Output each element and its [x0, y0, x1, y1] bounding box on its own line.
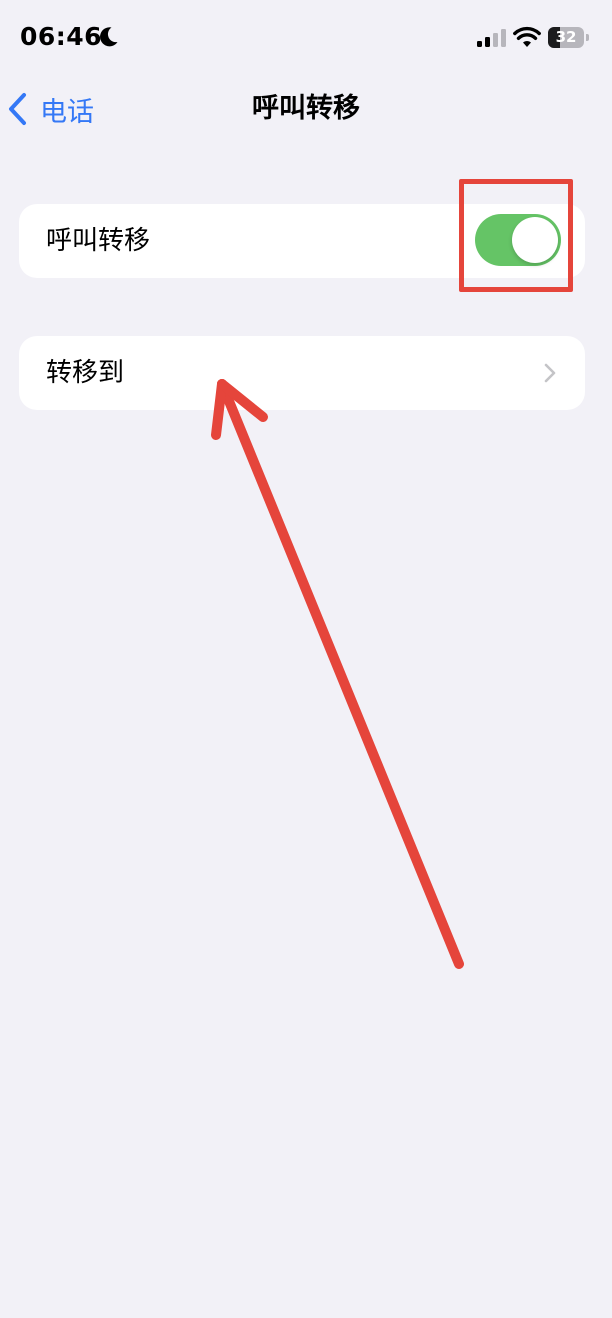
status-time: 06:46 — [20, 22, 103, 51]
status-bar: 06:46 32 — [0, 0, 612, 76]
battery-level: 32 — [555, 28, 577, 46]
cellular-signal-icon — [477, 29, 506, 47]
moon-icon — [100, 27, 118, 47]
call-forwarding-label: 呼叫转移 — [46, 226, 151, 256]
battery-icon: 32 — [548, 27, 590, 48]
chevron-right-icon — [544, 363, 556, 383]
forward-to-cell[interactable]: 转移到 — [19, 336, 585, 410]
forward-to-label: 转移到 — [46, 358, 125, 388]
wifi-icon — [513, 26, 541, 47]
annotation-highlight-box — [459, 179, 573, 292]
page-title: 呼叫转移 — [252, 93, 360, 124]
